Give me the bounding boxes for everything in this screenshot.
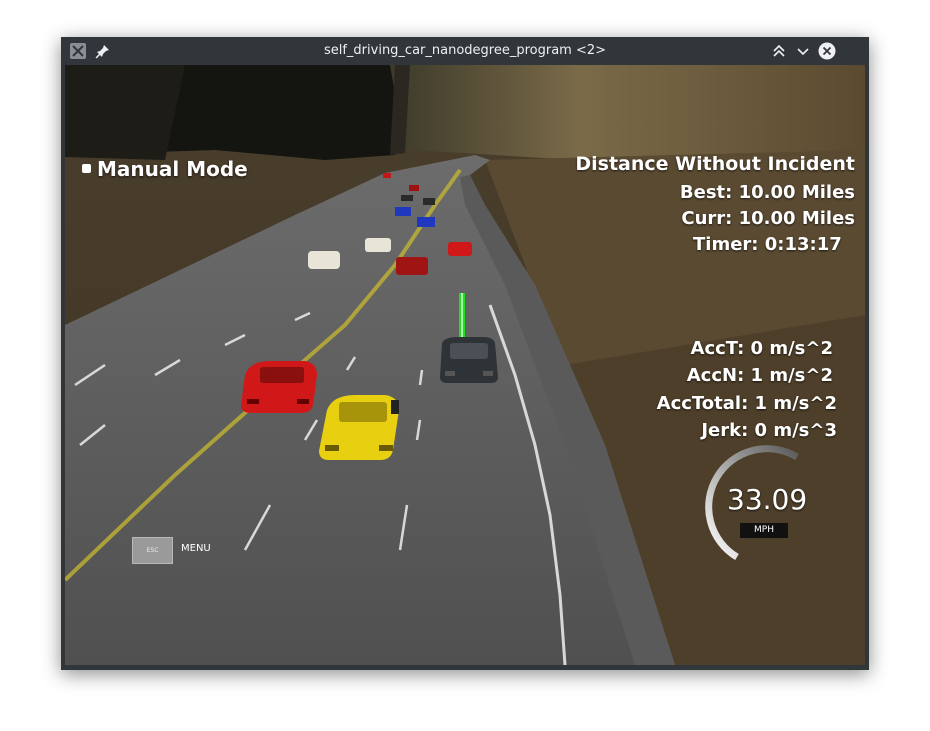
red-car-near [241, 361, 317, 413]
simulator-viewport[interactable]: Manual Mode Distance Without Incident Be… [65, 65, 865, 665]
esc-key-label: ESC [146, 547, 159, 554]
acc-total: AccTotal: 1 m/s^2 [656, 393, 837, 414]
white-car-2 [308, 251, 340, 269]
close-icon[interactable] [818, 42, 836, 60]
current-distance: Curr: 10.00 Miles [681, 208, 855, 229]
app-window: self_driving_car_nanodegree_program <2> [61, 37, 869, 670]
keep-above-icon[interactable] [770, 42, 788, 60]
acc-t: AccT: 0 m/s^2 [690, 338, 833, 359]
red-car-mid [396, 257, 428, 275]
acc-n: AccN: 1 m/s^2 [686, 365, 833, 386]
planned-path [459, 293, 465, 337]
yellow-car-near [319, 395, 399, 460]
timer: Timer: 0:13:17 [693, 234, 842, 255]
white-car-1 [365, 238, 391, 252]
minimize-icon[interactable] [794, 42, 812, 60]
mode-label: Manual Mode [97, 157, 248, 181]
speed-value: 33.09 [727, 483, 808, 516]
menu-label[interactable]: MENU [181, 543, 211, 554]
speed-unit: MPH [740, 523, 788, 538]
mode-bullet-icon [82, 164, 91, 173]
blue-car-1 [395, 207, 411, 216]
window-title: self_driving_car_nanodegree_program <2> [323, 43, 607, 58]
red-car-far [448, 242, 472, 256]
best-distance: Best: 10.00 Miles [679, 182, 855, 203]
distance-header: Distance Without Incident [575, 153, 855, 175]
right-cliff [390, 65, 865, 165]
ego-car [440, 337, 498, 383]
mode-indicator: Manual Mode [82, 157, 248, 181]
esc-button[interactable]: ESC [132, 537, 173, 564]
title-bar[interactable]: self_driving_car_nanodegree_program <2> [61, 37, 869, 65]
blue-car-2 [417, 217, 435, 227]
jerk: Jerk: 0 m/s^3 [701, 420, 837, 441]
